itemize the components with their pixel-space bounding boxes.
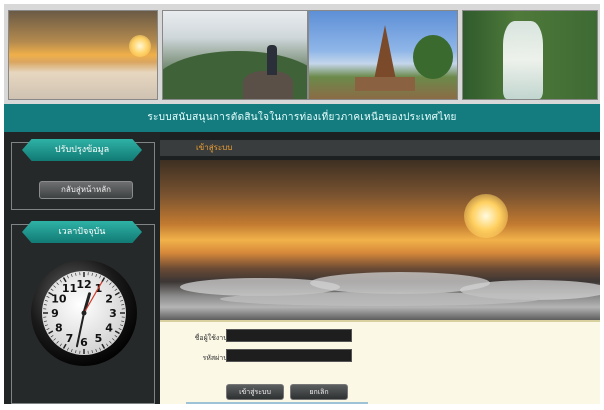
breadcrumb: เข้าสู่ระบบ (160, 140, 600, 156)
clock-number: 6 (80, 336, 88, 349)
clock-number: 12 (76, 278, 91, 291)
update-panel-title: ปรับปรุงข้อมูล (22, 139, 142, 161)
site-title: ระบบสนับสนุนการตัดสินใจในการท่องเที่ยวภา… (4, 104, 600, 132)
clock-number: 4 (105, 322, 113, 335)
clock-number: 2 (105, 293, 113, 306)
clock-number: 8 (55, 322, 63, 335)
username-input[interactable] (226, 329, 352, 342)
banner-photo-temple (308, 10, 458, 100)
login-form: ชื่อผู้ใช้งาน รหัสผ่าน เข้าสู่ระบบ ยกเลิ… (160, 320, 600, 404)
back-to-home-button[interactable]: กลับสู่หน้าหลัก (39, 181, 133, 199)
update-panel: ปรับปรุงข้อมูล กลับสู่หน้าหลัก (11, 139, 155, 210)
clock-panel-title: เวลาปัจจุบัน (22, 221, 142, 243)
clock-number: 3 (109, 307, 117, 320)
header-banner (4, 4, 600, 104)
clock-number: 9 (51, 307, 59, 320)
cancel-button[interactable]: ยกเลิก (290, 384, 348, 400)
banner-photo-mountain (162, 10, 308, 100)
clock-panel: เวลาปัจจุบัน 12 2 3 4 5 6 7 8 9 10 11 (11, 221, 155, 404)
banner-photo-sunrise (8, 10, 158, 100)
analog-clock: 121234567891011 (30, 259, 138, 367)
clock-number: 11 (62, 282, 77, 295)
clock-number: 7 (66, 332, 74, 345)
password-label: รหัสผ่าน (202, 354, 228, 362)
sidebar: ปรับปรุงข้อมูล กลับสู่หน้าหลัก เวลาปัจจุ… (4, 132, 160, 404)
clock-face: 121234567891011 (31, 260, 137, 366)
username-label: ชื่อผู้ใช้งาน (194, 334, 228, 342)
login-button[interactable]: เข้าสู่ระบบ (226, 384, 284, 400)
form-divider (186, 402, 368, 404)
banner-photo-waterfall (462, 10, 598, 100)
main-content: เข้าสู่ระบบ ชื่อผู้ใช้งาน รหัสผ่าน เข้าส… (160, 132, 600, 404)
app-frame: ระบบสนับสนุนการตัดสินใจในการท่องเที่ยวภา… (4, 4, 600, 404)
clock-number: 5 (95, 332, 103, 345)
password-input[interactable] (226, 349, 352, 362)
hero-image-sunrise (160, 160, 600, 320)
